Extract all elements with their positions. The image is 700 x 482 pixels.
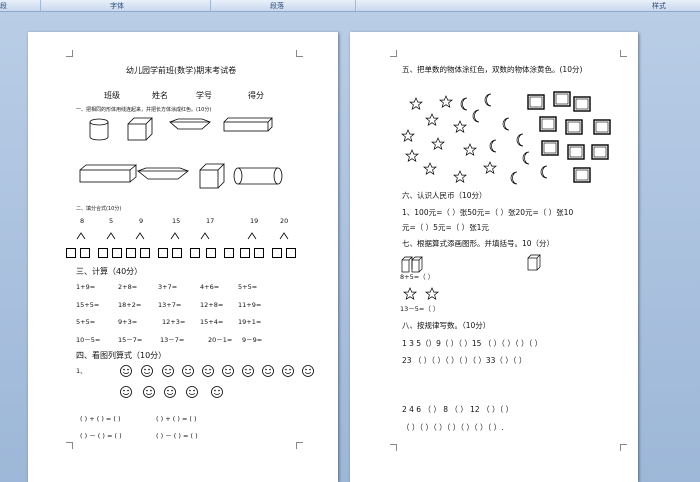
q7-equation-1: 8+5=（ ） (400, 273, 435, 281)
equation-blank: ( ) + ( ) = ( ) (80, 415, 121, 423)
cube-icon (527, 254, 541, 271)
smiley-face-icon (242, 365, 254, 377)
ribbon-group-font[interactable]: 字体 (110, 1, 124, 11)
question-8-heading: 八、按规律写数。（10分） (402, 321, 491, 330)
q7-equation-2: 13－5=（ ） (400, 305, 440, 313)
star-icon (425, 287, 439, 300)
margin-corner-mark (296, 442, 303, 449)
smiley-face-icon (143, 386, 155, 398)
smiley-face-icon (302, 365, 314, 377)
smiley-face-icon (182, 365, 194, 377)
document-page-2: 五、把单数的物体涂红色，双数的物体涂黄色。(10分) 六、认识人民币（10分） … (350, 32, 638, 482)
smiley-face-icon (186, 386, 198, 398)
smiley-face-icon (211, 386, 223, 398)
sequence-row: 23 （ ）（ ）（ ）（ ）（ ）33（ ）（ ） (402, 356, 527, 365)
document-workspace: 幼儿园学前班(数学)期末考试卷 班级 姓名 学号 得分 一、把相同的形体用线连起… (0, 12, 700, 482)
smiley-faces (120, 365, 314, 398)
margin-corner-mark (66, 442, 73, 449)
sequence-row: 2 4 6 （ ） 8 （ ） 12 （ ）（ ） (402, 405, 514, 414)
smiley-face-icon (162, 365, 174, 377)
cube-pair-icon (401, 256, 423, 273)
ribbon-bar: 段 字体 段落 样式 (0, 0, 700, 12)
smiley-face-icon (262, 365, 274, 377)
smiley-face-icon (141, 365, 153, 377)
document-page-1: 幼儿园学前班(数学)期末考试卷 班级 姓名 学号 得分 一、把相同的形体用线连起… (28, 32, 338, 482)
q7-figures (401, 254, 541, 300)
smiley-face-icon (202, 365, 214, 377)
sequence-row: 1 3 5（）9（ ）（ ）15 （ ）（ ）（ ）（ ） (402, 339, 543, 348)
smiley-face-icon (120, 365, 132, 377)
star-icon (403, 287, 417, 300)
ribbon-group-styles[interactable]: 样式 (652, 1, 666, 11)
smiley-face-icon (282, 365, 294, 377)
smiley-face-icon (120, 386, 132, 398)
ribbon-divider (40, 0, 41, 11)
smiley-face-icon (164, 386, 176, 398)
ribbon-group-paragraph[interactable]: 段落 (270, 1, 284, 11)
equation-blank: ( ) + ( ) = ( ) (156, 415, 197, 423)
ribbon-divider (355, 0, 356, 11)
ribbon-fragment: 段 (0, 2, 7, 10)
margin-corner-mark (390, 444, 397, 451)
ribbon-divider (210, 0, 211, 11)
smiley-face-icon (222, 365, 234, 377)
margin-corner-mark (620, 444, 627, 451)
sequence-row: （ ）（ ）（ ）（ ）（ ）（ ）（ ）. (402, 423, 504, 432)
equation-blank: ( ) － ( ) = ( ) (156, 432, 198, 440)
equation-blank: ( ) － ( ) = ( ) (80, 432, 122, 440)
